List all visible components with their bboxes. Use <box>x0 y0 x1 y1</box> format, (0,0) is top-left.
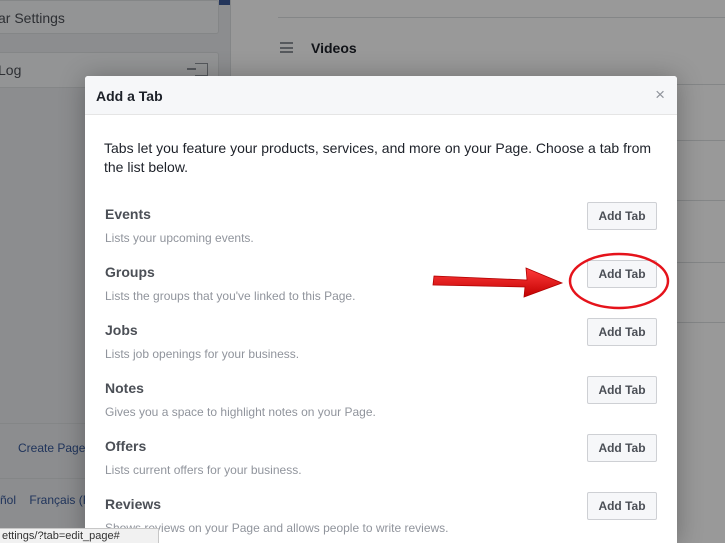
tab-name: Events <box>105 206 151 222</box>
add-tab-button-reviews[interactable]: Add Tab <box>587 492 657 520</box>
tab-description: Lists job openings for your business. <box>105 347 300 361</box>
tab-description: Gives you a space to highlight notes on … <box>105 405 376 419</box>
list-item: Offers Lists current offers for your bus… <box>104 434 660 488</box>
add-tab-button-notes[interactable]: Add Tab <box>587 376 657 404</box>
dialog-intro-text: Tabs let you feature your products, serv… <box>104 140 652 175</box>
tab-name: Notes <box>105 380 144 396</box>
list-item: Reviews Shows reviews on your Page and a… <box>104 492 660 543</box>
tab-description: Lists current offers for your business. <box>105 463 302 477</box>
tab-description: Lists your upcoming events. <box>105 231 254 245</box>
dialog-header: Add a Tab × <box>85 76 677 115</box>
tab-name: Reviews <box>105 496 162 512</box>
status-bar-url: ettings/?tab=edit_page# <box>0 528 159 543</box>
tab-name: Groups <box>105 264 155 280</box>
tab-description: Lists the groups that you've linked to t… <box>105 289 356 303</box>
tab-name: Jobs <box>105 322 138 338</box>
add-tab-button-groups[interactable]: Add Tab <box>587 260 657 288</box>
list-item: Jobs Lists job openings for your busines… <box>104 318 660 372</box>
add-tab-button-jobs[interactable]: Add Tab <box>587 318 657 346</box>
add-tab-button-offers[interactable]: Add Tab <box>587 434 657 462</box>
add-tab-dialog: Add a Tab × Tabs let you feature your pr… <box>85 76 677 543</box>
tab-name: Offers <box>105 438 147 454</box>
list-item: Notes Gives you a space to highlight not… <box>104 376 660 430</box>
add-tab-button-events[interactable]: Add Tab <box>587 202 657 230</box>
close-icon[interactable]: × <box>655 86 665 103</box>
list-item: Groups Lists the groups that you've link… <box>104 260 660 314</box>
dialog-title: Add a Tab <box>96 88 163 104</box>
list-item: Events Lists your upcoming events. Add T… <box>104 202 660 256</box>
